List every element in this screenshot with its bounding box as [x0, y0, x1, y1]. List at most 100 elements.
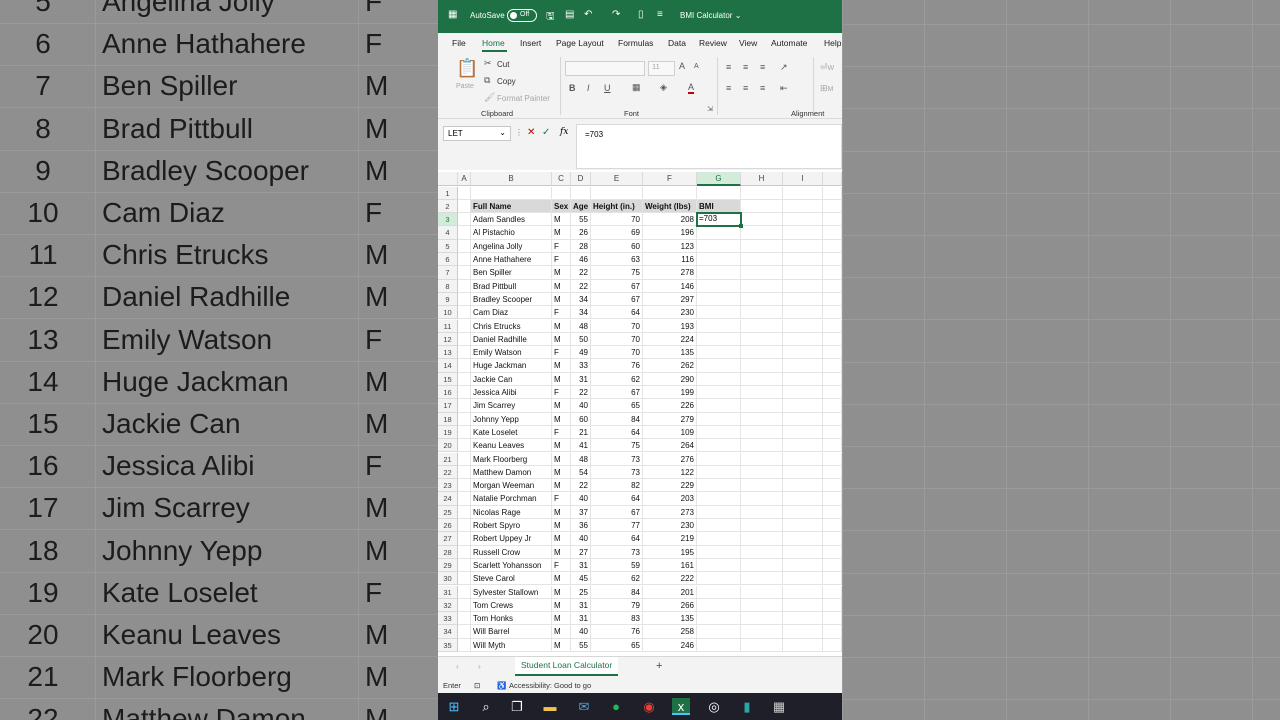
- cell[interactable]: [643, 186, 697, 200]
- row-header[interactable]: 5: [438, 239, 458, 253]
- cell[interactable]: [823, 279, 842, 293]
- cell[interactable]: [741, 612, 783, 626]
- cell[interactable]: [697, 239, 741, 253]
- weight-cell[interactable]: 273: [643, 505, 697, 519]
- sex-cell[interactable]: M: [552, 279, 571, 293]
- column-header-d[interactable]: D: [571, 172, 591, 186]
- macro-record-icon[interactable]: ⊡: [474, 681, 480, 690]
- cell[interactable]: [783, 545, 823, 559]
- cell[interactable]: [823, 239, 842, 253]
- age-cell[interactable]: 31: [571, 612, 591, 626]
- cell[interactable]: [697, 612, 741, 626]
- cell[interactable]: [697, 346, 741, 360]
- cell[interactable]: [741, 279, 783, 293]
- italic-button[interactable]: I: [587, 83, 590, 93]
- cell[interactable]: [823, 572, 842, 586]
- increase-font-icon[interactable]: A: [679, 61, 685, 71]
- row-header[interactable]: 35: [438, 638, 458, 652]
- name-cell[interactable]: Ben Spiller: [471, 266, 552, 280]
- cell[interactable]: [783, 625, 823, 639]
- cell[interactable]: [783, 465, 823, 480]
- new-file-icon[interactable]: ▯: [638, 9, 644, 20]
- cell[interactable]: [823, 199, 842, 214]
- tab-automate[interactable]: Automate: [771, 38, 807, 48]
- name-cell[interactable]: Robert Uppey Jr: [471, 532, 552, 546]
- cell[interactable]: [697, 545, 741, 559]
- cell[interactable]: [697, 386, 741, 400]
- cell[interactable]: [783, 532, 823, 546]
- name-cell[interactable]: Bradley Scooper: [471, 292, 552, 307]
- cell[interactable]: [471, 186, 552, 200]
- cell[interactable]: [697, 372, 741, 386]
- orientation-icon[interactable]: ↗: [780, 62, 788, 73]
- age-cell[interactable]: 55: [571, 638, 591, 652]
- cell[interactable]: [823, 399, 842, 413]
- wrap-text-icon[interactable]: ⏎W: [820, 62, 834, 73]
- cell[interactable]: [697, 572, 741, 586]
- height-cell[interactable]: 65: [591, 638, 643, 652]
- weight-cell[interactable]: 230: [643, 519, 697, 533]
- age-cell[interactable]: 22: [571, 479, 591, 493]
- cell[interactable]: [823, 319, 842, 333]
- cell[interactable]: [458, 439, 471, 453]
- align-left-icon[interactable]: ≡: [726, 83, 731, 93]
- sex-cell[interactable]: M: [552, 226, 571, 240]
- height-cell[interactable]: 77: [591, 519, 643, 533]
- cell[interactable]: [823, 492, 842, 506]
- sex-cell[interactable]: F: [552, 558, 571, 573]
- cell[interactable]: [823, 558, 842, 573]
- age-cell[interactable]: 48: [571, 319, 591, 333]
- cell[interactable]: [458, 399, 471, 413]
- row-header[interactable]: 18: [438, 412, 458, 426]
- cell[interactable]: [823, 213, 842, 227]
- height-cell[interactable]: 60: [591, 239, 643, 253]
- cell[interactable]: [458, 359, 471, 373]
- cell[interactable]: [697, 279, 741, 293]
- column-header-g[interactable]: G: [697, 172, 741, 186]
- cell[interactable]: [458, 492, 471, 506]
- age-cell[interactable]: 40: [571, 399, 591, 413]
- name-cell[interactable]: Russell Crow: [471, 545, 552, 559]
- cell[interactable]: [458, 505, 471, 519]
- cell[interactable]: [741, 292, 783, 307]
- row-header[interactable]: 31: [438, 585, 458, 599]
- sex-cell[interactable]: M: [552, 412, 571, 426]
- header-cell[interactable]: BMI: [697, 199, 741, 214]
- name-cell[interactable]: Adam Sandles: [471, 213, 552, 227]
- cell[interactable]: [741, 532, 783, 546]
- cell[interactable]: [823, 346, 842, 360]
- name-cell[interactable]: Jessica Alibi: [471, 386, 552, 400]
- column-header-i[interactable]: I: [783, 172, 823, 186]
- cell[interactable]: [783, 399, 823, 413]
- cell[interactable]: [697, 532, 741, 546]
- cell[interactable]: [458, 585, 471, 599]
- column-header-e[interactable]: E: [591, 172, 643, 186]
- cell[interactable]: [697, 519, 741, 533]
- fill-color-icon[interactable]: ◈: [660, 82, 667, 93]
- sex-cell[interactable]: M: [552, 532, 571, 546]
- cell[interactable]: [697, 226, 741, 240]
- cell[interactable]: [783, 585, 823, 599]
- decrease-font-icon[interactable]: A: [694, 63, 699, 70]
- cell[interactable]: [697, 585, 741, 599]
- cell[interactable]: [783, 519, 823, 533]
- cell[interactable]: [458, 625, 471, 639]
- tab-insert[interactable]: Insert: [520, 38, 541, 48]
- cell[interactable]: [741, 505, 783, 519]
- cell[interactable]: [741, 625, 783, 639]
- name-cell[interactable]: Nicolas Rage: [471, 505, 552, 519]
- merge-icon[interactable]: ⊞M: [820, 83, 833, 94]
- cell[interactable]: [741, 425, 783, 440]
- cell[interactable]: [458, 465, 471, 480]
- cell[interactable]: [823, 585, 842, 599]
- cell[interactable]: [697, 319, 741, 333]
- cell[interactable]: [783, 319, 823, 333]
- height-cell[interactable]: 76: [591, 359, 643, 373]
- row-header[interactable]: 23: [438, 479, 458, 493]
- weight-cell[interactable]: 195: [643, 545, 697, 559]
- cell[interactable]: [783, 386, 823, 400]
- header-cell[interactable]: Full Name: [471, 199, 552, 214]
- column-header-j[interactable]: [823, 172, 842, 186]
- align-right-icon[interactable]: ≡: [760, 83, 765, 93]
- cell[interactable]: [823, 532, 842, 546]
